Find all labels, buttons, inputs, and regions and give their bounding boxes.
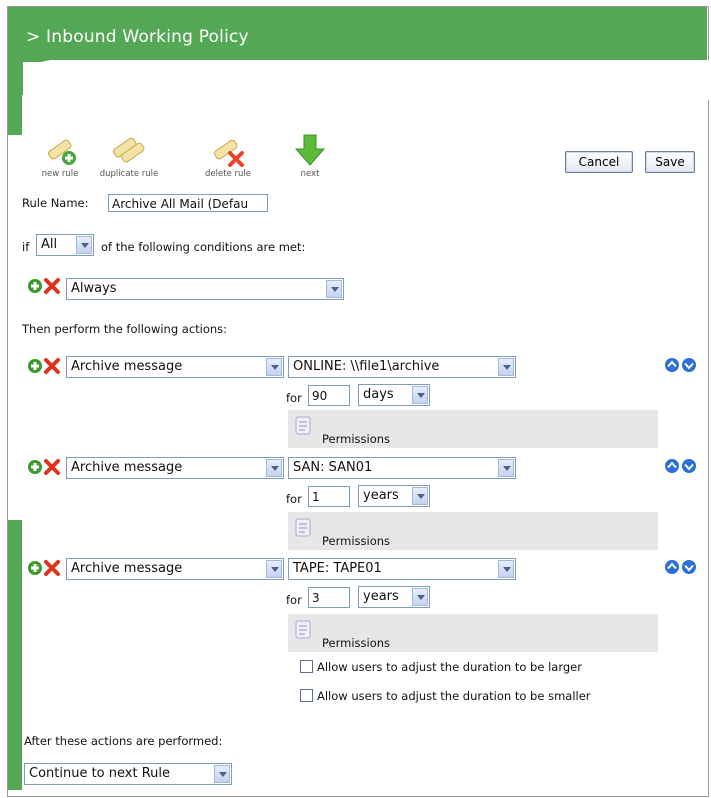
cancel-button[interactable]: Cancel	[565, 151, 633, 173]
permissions-icon	[295, 518, 311, 537]
chevron-down-icon	[498, 560, 514, 578]
chevron-down-icon	[412, 487, 428, 505]
duplicate-rule-tool[interactable]: duplicate rule	[95, 133, 163, 179]
delete-rule-tool[interactable]: delete rule	[193, 133, 263, 179]
action-select[interactable]: Archive message	[66, 457, 284, 479]
permissions-label: Permissions	[322, 534, 391, 548]
unit-select[interactable]: years	[358, 586, 430, 608]
permissions-icon	[295, 620, 311, 639]
next-arrow-icon	[294, 134, 326, 166]
unit-select-value: days	[363, 387, 394, 402]
page-title: > Inbound Working Policy	[26, 27, 249, 47]
chevron-down-icon	[266, 560, 282, 578]
unit-select[interactable]: days	[358, 384, 430, 406]
add-remove-action-icons[interactable]	[26, 559, 66, 579]
permissions-label: Permissions	[322, 636, 391, 650]
header-bar: > Inbound Working Policy	[8, 7, 707, 62]
permissions-panel[interactable]: Permissions	[288, 512, 658, 550]
target-select[interactable]: TAPE: TAPE01	[288, 558, 516, 580]
chevron-down-icon	[76, 236, 92, 254]
unit-select-value: years	[363, 589, 399, 604]
new-rule-icon	[47, 139, 76, 165]
permissions-panel[interactable]: Permissions	[288, 410, 658, 448]
rule-name-input[interactable]: Archive All Mail (Defau	[108, 194, 268, 212]
duration-input[interactable]: 90	[308, 385, 350, 406]
allow-larger-checkbox[interactable]	[300, 660, 313, 673]
permissions-icon	[295, 416, 311, 435]
chevron-down-icon	[266, 358, 282, 376]
if-label: if	[22, 240, 30, 254]
chevron-down-icon	[498, 459, 514, 477]
target-select-value: TAPE: TAPE01	[293, 561, 382, 576]
for-label: for	[286, 593, 302, 607]
for-label: for	[286, 492, 302, 506]
target-select-value: SAN: SAN01	[293, 460, 373, 475]
permissions-label: Permissions	[322, 432, 391, 446]
delete-rule-icon	[213, 139, 244, 167]
target-select[interactable]: SAN: SAN01	[288, 457, 516, 479]
add-remove-action-icons[interactable]	[26, 458, 66, 478]
new-rule-label: new rule	[41, 169, 79, 179]
next-tool[interactable]: next	[290, 133, 330, 179]
permissions-panel[interactable]: Permissions	[288, 614, 658, 652]
header-curve	[23, 60, 711, 100]
chevron-down-icon	[214, 765, 230, 783]
action-select[interactable]: Archive message	[66, 356, 284, 378]
allow-smaller-label: Allow users to adjust the duration to be…	[317, 689, 591, 703]
chevron-down-icon	[266, 459, 282, 477]
move-up-down-icons[interactable]	[665, 357, 697, 373]
chevron-down-icon	[326, 280, 342, 298]
after-actions-select[interactable]: Continue to next Rule	[24, 763, 232, 785]
duplicate-rule-label: duplicate rule	[99, 169, 159, 179]
left-accent-bottom	[8, 520, 22, 790]
action-select[interactable]: Archive message	[66, 558, 284, 580]
target-select[interactable]: ONLINE: \\file1\archive	[288, 356, 516, 378]
add-remove-condition-icons[interactable]	[26, 277, 66, 297]
target-select-value: ONLINE: \\file1\archive	[293, 359, 440, 374]
add-remove-action-icons[interactable]	[26, 357, 66, 377]
save-button[interactable]: Save	[645, 151, 695, 173]
move-up-down-icons[interactable]	[665, 458, 697, 474]
match-select[interactable]: All	[36, 234, 94, 256]
unit-select-value: years	[363, 488, 399, 503]
conditions-text: of the following conditions are met:	[101, 240, 306, 254]
chevron-down-icon	[498, 358, 514, 376]
chevron-down-icon	[412, 588, 428, 606]
duration-input[interactable]: 3	[308, 587, 350, 608]
after-actions-select-value: Continue to next Rule	[29, 766, 171, 781]
condition-select[interactable]: Always	[66, 278, 344, 300]
unit-select[interactable]: years	[358, 485, 430, 507]
action-select-value: Archive message	[71, 359, 183, 374]
delete-rule-label: delete rule	[205, 169, 251, 179]
move-up-down-icons[interactable]	[665, 559, 697, 575]
for-label: for	[286, 391, 302, 405]
condition-select-value: Always	[71, 281, 117, 296]
left-accent-top	[8, 95, 22, 135]
header-band	[8, 60, 23, 95]
duplicate-rule-icon	[112, 137, 145, 163]
chevron-down-icon	[412, 386, 428, 404]
action-select-value: Archive message	[71, 460, 183, 475]
action-select-value: Archive message	[71, 561, 183, 576]
duration-input[interactable]: 1	[308, 486, 350, 507]
rule-name-label: Rule Name:	[22, 196, 89, 210]
after-actions-heading: After these actions are performed:	[24, 734, 223, 748]
actions-heading: Then perform the following actions:	[22, 322, 228, 336]
allow-larger-label: Allow users to adjust the duration to be…	[317, 660, 582, 674]
next-label: next	[300, 169, 320, 179]
new-rule-tool[interactable]: new rule	[37, 133, 83, 179]
allow-smaller-checkbox[interactable]	[300, 689, 313, 702]
match-select-value: All	[41, 237, 58, 252]
